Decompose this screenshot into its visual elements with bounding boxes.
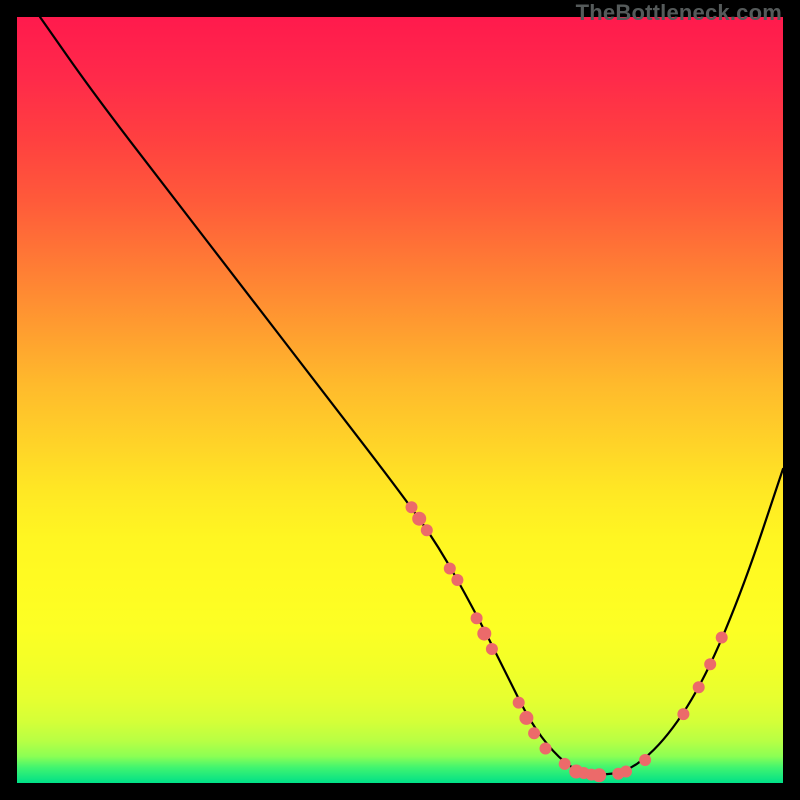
curve-marker [421, 524, 433, 536]
curve-marker [559, 758, 571, 770]
curve-marker [513, 697, 525, 709]
curve-marker [540, 743, 552, 755]
curve-marker [471, 612, 483, 624]
curve-marker [451, 574, 463, 586]
curve-marker [406, 501, 418, 513]
curve-marker [519, 711, 533, 725]
curve-marker [677, 708, 689, 720]
curve-marker [486, 643, 498, 655]
curve-marker [477, 627, 491, 641]
chart-frame: TheBottleneck.com [0, 0, 800, 800]
curve-marker [528, 727, 540, 739]
curve-marker [592, 768, 606, 782]
plot-area [17, 17, 783, 783]
curve-marker [693, 681, 705, 693]
curve-markers [406, 501, 728, 782]
curve-marker [704, 658, 716, 670]
curve-marker [620, 766, 632, 778]
curve-marker [444, 563, 456, 575]
curve-marker [412, 512, 426, 526]
watermark-text: TheBottleneck.com [576, 0, 782, 26]
curve-marker [639, 754, 651, 766]
chart-svg [17, 17, 783, 783]
bottleneck-curve [40, 17, 783, 774]
curve-marker [716, 632, 728, 644]
